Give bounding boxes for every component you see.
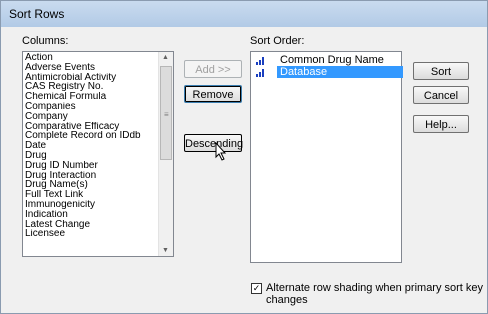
- list-item[interactable]: Date: [23, 141, 159, 151]
- list-item[interactable]: Companies: [23, 102, 159, 112]
- columns-label: Columns:: [22, 35, 69, 47]
- sort-order-item[interactable]: Common Drug Name: [253, 54, 399, 66]
- list-item[interactable]: CAS Registry No.: [23, 82, 159, 92]
- mouse-cursor-icon: [215, 142, 227, 161]
- grip-icon: ≡: [164, 110, 169, 119]
- list-item[interactable]: Drug: [23, 151, 159, 161]
- list-item[interactable]: Drug Interaction: [23, 171, 159, 181]
- columns-listbox[interactable]: Action Adverse Events Antimicrobial Activi…: [22, 51, 174, 257]
- add-button[interactable]: Add >>: [184, 60, 242, 78]
- descending-button[interactable]: Descending: [184, 134, 243, 152]
- title-bar[interactable]: Sort Rows: [1, 1, 487, 27]
- ascending-sort-icon: [256, 69, 264, 77]
- ascending-sort-icon: [256, 57, 264, 65]
- sort-order-item-label: Database: [277, 66, 403, 78]
- list-item[interactable]: Immunogenicity: [23, 200, 159, 210]
- list-item[interactable]: Licensee: [23, 229, 159, 239]
- scroll-thumb[interactable]: ≡: [160, 66, 172, 160]
- list-item[interactable]: Comparative Efficacy: [23, 122, 159, 132]
- sort-order-item[interactable]: Database: [253, 66, 403, 78]
- alternate-shading-label[interactable]: Alternate row shading when primary sort …: [266, 282, 487, 306]
- list-item[interactable]: Latest Change: [23, 220, 159, 230]
- alternate-shading-checkbox[interactable]: ✓: [251, 283, 262, 294]
- sort-button[interactable]: Sort: [413, 62, 469, 80]
- list-item[interactable]: Action: [23, 53, 159, 63]
- list-item[interactable]: Antimicrobial Activity: [23, 73, 159, 83]
- remove-button[interactable]: Remove: [184, 85, 242, 103]
- list-item[interactable]: Complete Record on IDdb: [23, 131, 159, 141]
- sort-rows-dialog: Sort Rows Columns: Sort Order: Action Adv…: [0, 0, 488, 314]
- columns-list: Action Adverse Events Antimicrobial Activi…: [23, 53, 159, 239]
- dialog-title: Sort Rows: [9, 7, 65, 21]
- list-item[interactable]: Full Text Link: [23, 190, 159, 200]
- scroll-down-arrow-icon[interactable]: ▼: [162, 247, 169, 254]
- sort-order-label: Sort Order:: [250, 35, 305, 47]
- sort-order-item-label: Common Drug Name: [280, 54, 384, 66]
- list-item[interactable]: Indication: [23, 210, 159, 220]
- list-item[interactable]: Drug Name(s): [23, 180, 159, 190]
- list-item[interactable]: Company: [23, 112, 159, 122]
- cancel-button[interactable]: Cancel: [413, 86, 469, 104]
- list-item[interactable]: Chemical Formula: [23, 92, 159, 102]
- list-item[interactable]: Adverse Events: [23, 63, 159, 73]
- columns-scrollbar[interactable]: ▲ ≡ ▼: [158, 52, 173, 256]
- list-item[interactable]: Drug ID Number: [23, 161, 159, 171]
- sort-order-listbox[interactable]: Common Drug Name Database: [250, 51, 403, 263]
- scroll-up-arrow-icon[interactable]: ▲: [162, 54, 169, 61]
- help-button[interactable]: Help...: [413, 115, 469, 133]
